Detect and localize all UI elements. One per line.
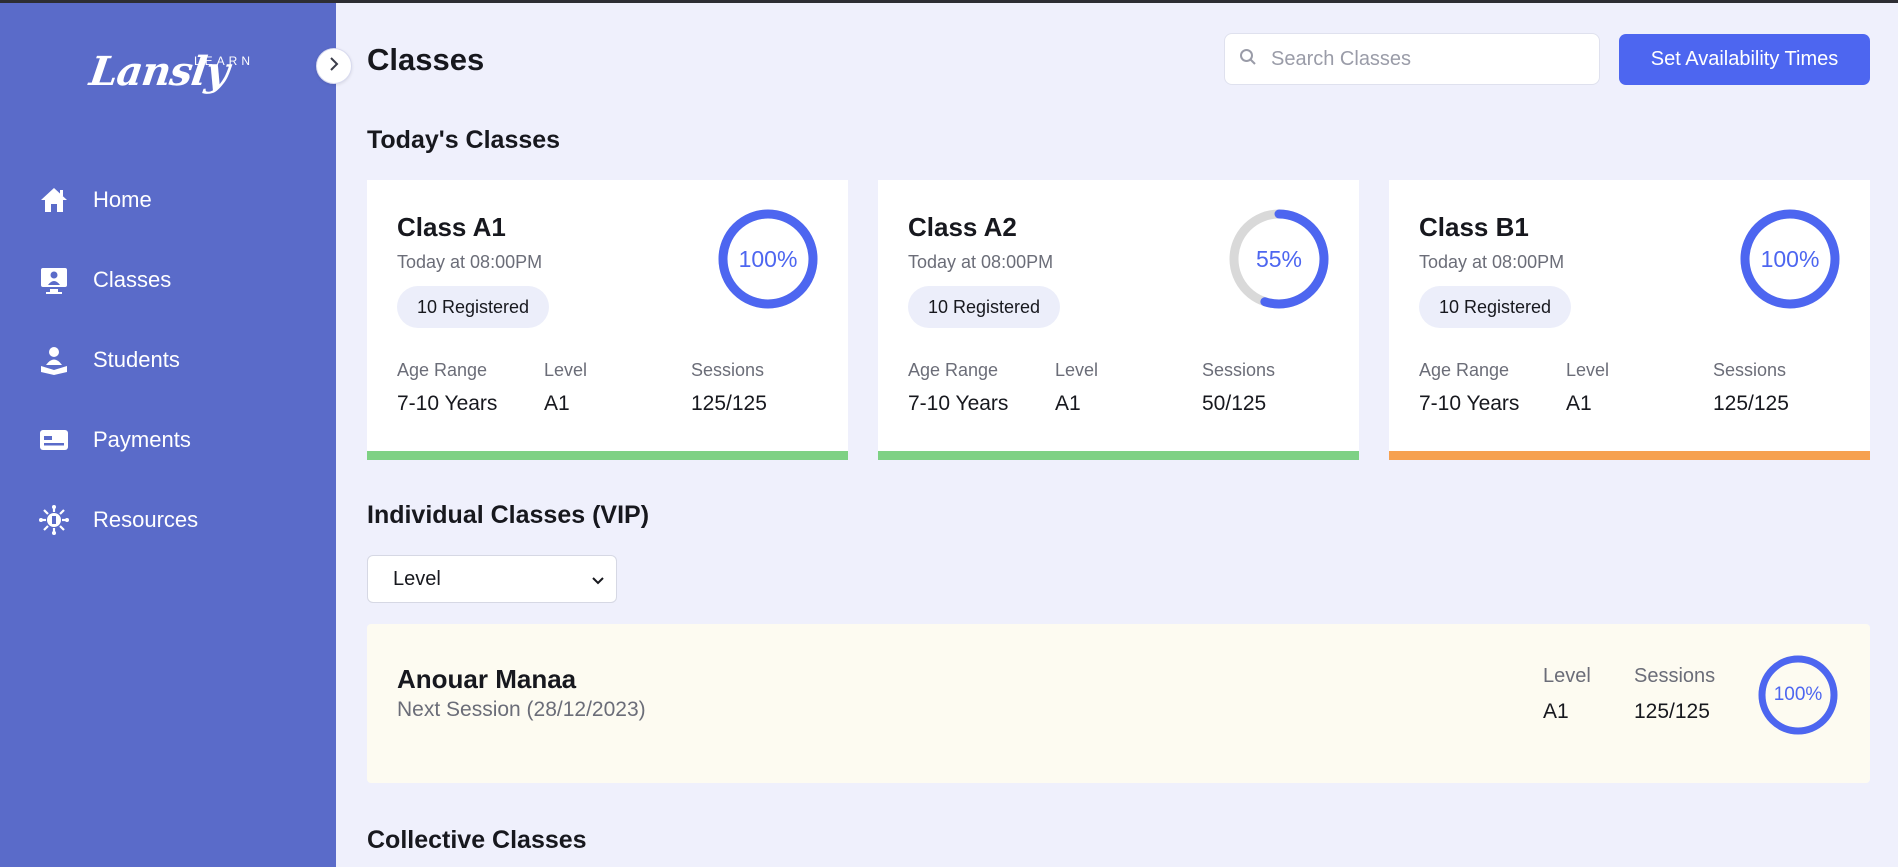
sidebar-toggle-button[interactable]	[316, 48, 352, 84]
class-card[interactable]: Class B1 Today at 08:00PM 10 Registered …	[1389, 180, 1870, 460]
sessions-label: Sessions	[1713, 360, 1787, 380]
level-label: Level	[1055, 360, 1099, 380]
payment-card-icon	[38, 424, 70, 456]
level-label: Level	[544, 360, 588, 380]
class-name: Class A2	[908, 212, 1017, 242]
sidebar-item-students[interactable]: Students	[38, 320, 318, 400]
registered-badge: 10 Registered	[397, 286, 550, 328]
age-range-value: 7-10 Years	[1419, 392, 1520, 415]
individual-classes-title: Individual Classes (VIP)	[367, 501, 650, 529]
status-bar	[367, 451, 848, 460]
class-time: Today at 08:00PM	[397, 252, 543, 272]
class-card[interactable]: Class A2 Today at 08:00PM 10 Registered …	[878, 180, 1359, 460]
sidebar-item-home[interactable]: Home	[38, 160, 318, 240]
status-bar	[878, 451, 1359, 460]
next-session: Next Session (28/12/2023)	[397, 698, 646, 721]
registered-badge: 10 Registered	[1419, 286, 1572, 328]
collective-classes-title: Collective Classes	[367, 826, 587, 854]
search-box[interactable]	[1224, 33, 1600, 85]
sidebar-nav: Home Classes Students Payments Resources	[38, 160, 318, 560]
sidebar: Lansly LEARN Home Classes Students Payme…	[0, 0, 336, 867]
level-filter-select[interactable]: Level	[367, 555, 617, 603]
level-label: Level	[1566, 360, 1610, 380]
sessions-label: Sessions	[1202, 360, 1276, 380]
level-value: A1	[1543, 700, 1569, 723]
sidebar-item-label: Classes	[93, 267, 172, 292]
class-time: Today at 08:00PM	[1419, 252, 1565, 272]
age-range-value: 7-10 Years	[908, 392, 1009, 415]
student-icon	[38, 344, 70, 376]
sidebar-item-label: Resources	[93, 507, 199, 532]
age-range-value: 7-10 Years	[397, 392, 498, 415]
sessions-label: Sessions	[691, 360, 765, 380]
sidebar-item-classes[interactable]: Classes	[38, 240, 318, 320]
sessions-label: Sessions	[1634, 665, 1716, 687]
class-time: Today at 08:00PM	[908, 252, 1054, 272]
age-range-label: Age Range	[397, 360, 488, 380]
main-content: Classes Set Availability Times Today's C…	[336, 0, 1898, 867]
window-top-border	[0, 0, 1898, 3]
status-bar	[1389, 451, 1870, 460]
sessions-value: 125/125	[1634, 700, 1710, 723]
set-availability-button[interactable]: Set Availability Times	[1619, 34, 1870, 85]
level-filter-value: Level	[393, 567, 441, 590]
sessions-value: 125/125	[1713, 392, 1789, 415]
level-value: A1	[1055, 392, 1081, 415]
age-range-label: Age Range	[1419, 360, 1510, 380]
progress-ring: 55%	[1228, 208, 1330, 310]
sessions-value: 125/125	[691, 392, 767, 415]
home-icon	[38, 184, 70, 216]
class-card[interactable]: Class A1 Today at 08:00PM 10 Registered …	[367, 180, 848, 460]
level-value: A1	[544, 392, 570, 415]
progress-ring: 100%	[1757, 654, 1839, 736]
sessions-value: 50/125	[1202, 392, 1267, 415]
level-value: A1	[1566, 392, 1592, 415]
progress-ring: 100%	[1739, 208, 1841, 310]
todays-classes-title: Today's Classes	[367, 126, 561, 154]
progress-percent: 100%	[1773, 684, 1823, 705]
progress-ring: 100%	[717, 208, 819, 310]
sidebar-item-resources[interactable]: Resources	[38, 480, 318, 560]
class-name: Class A1	[397, 212, 506, 242]
progress-percent: 55%	[1255, 245, 1303, 272]
chevron-down-icon	[592, 568, 604, 591]
sidebar-item-label: Students	[93, 347, 180, 372]
level-label: Level	[1543, 665, 1591, 687]
age-range-label: Age Range	[908, 360, 999, 380]
vip-class-card[interactable]: Anouar Manaa Next Session (28/12/2023) L…	[367, 624, 1870, 783]
registered-badge: 10 Registered	[908, 286, 1061, 328]
search-icon	[1239, 48, 1257, 71]
sidebar-item-payments[interactable]: Payments	[38, 400, 318, 480]
search-input[interactable]	[1271, 47, 1571, 71]
sidebar-item-label: Home	[93, 187, 152, 212]
page-title: Classes	[367, 42, 485, 77]
classroom-icon	[38, 264, 70, 296]
progress-percent: 100%	[1760, 245, 1820, 272]
progress-percent: 100%	[738, 245, 798, 272]
brand-logo[interactable]: Lansly LEARN	[87, 48, 250, 95]
sidebar-item-label: Payments	[93, 427, 191, 452]
resources-icon	[38, 504, 70, 536]
chevron-right-icon	[328, 56, 340, 76]
class-name: Class B1	[1419, 212, 1529, 242]
brand-tagline: LEARN	[194, 54, 255, 68]
student-name: Anouar Manaa	[397, 664, 577, 694]
